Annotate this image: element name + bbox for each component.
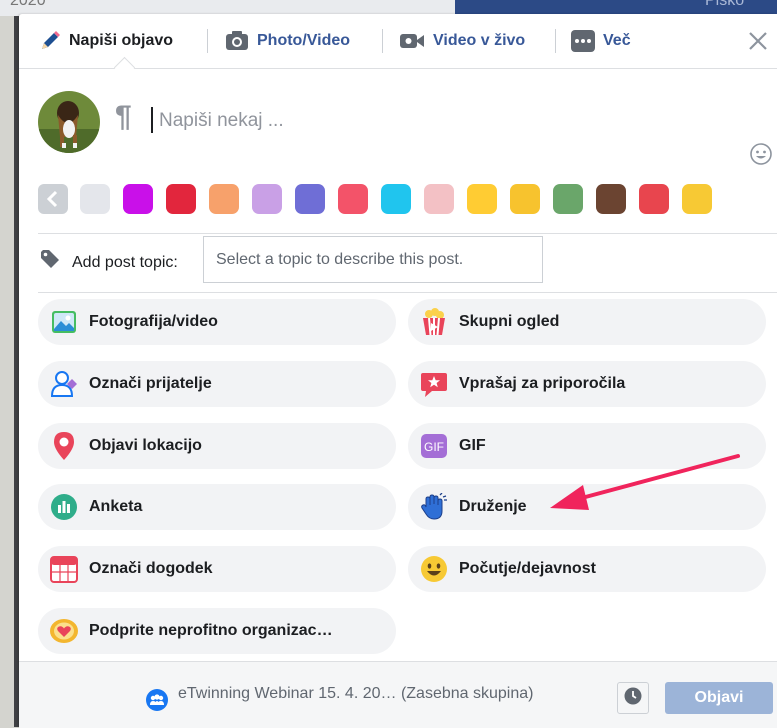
nonprofit-heart-icon: [49, 616, 79, 646]
color-swatch[interactable]: [209, 184, 239, 214]
calendar-icon: [49, 554, 79, 584]
live-video-icon: [399, 32, 425, 50]
option-label: Vprašaj za priporočila: [459, 375, 626, 392]
post-topic-input[interactable]: [203, 236, 543, 283]
color-swatch[interactable]: [295, 184, 325, 214]
composer-footer: eTwinning Webinar 15. 4. 20… (Zasebna sk…: [19, 661, 777, 728]
tab-label: Photo/Video: [257, 32, 351, 49]
post-button[interactable]: Objavi: [665, 682, 773, 714]
option-label: GIF: [459, 437, 486, 454]
option-poll[interactable]: Anketa: [38, 484, 396, 530]
location-pin-icon: [49, 431, 79, 461]
poll-icon: [49, 492, 79, 522]
option-label: Počutje/dejavnost: [459, 560, 596, 577]
create-post-dialog: Napiši objavo Photo/Video Video v živo V…: [19, 14, 777, 728]
color-swatch[interactable]: [338, 184, 368, 214]
composer-tabs: Napiši objavo Photo/Video Video v živo V…: [19, 14, 777, 69]
tab-more[interactable]: Več: [571, 14, 631, 68]
color-swatch[interactable]: [252, 184, 282, 214]
tab-label: Več: [603, 32, 631, 49]
option-hangout[interactable]: Druženje: [408, 484, 766, 530]
paragraph-icon: ¶: [115, 100, 132, 133]
background-partial-text: 2020: [10, 0, 46, 9]
tab-divider: [382, 29, 383, 53]
color-swatch[interactable]: [424, 184, 454, 214]
option-tag-event[interactable]: Označi dogodek: [38, 546, 396, 592]
option-label: Označi prijatelje: [89, 375, 212, 392]
background-color-picker: [38, 184, 758, 216]
color-swatch[interactable]: [381, 184, 411, 214]
option-label: Skupni ogled: [459, 313, 560, 330]
emoji-icon[interactable]: [749, 142, 773, 166]
gif-icon: GIF: [419, 431, 449, 461]
color-swatch[interactable]: [166, 184, 196, 214]
pencil-icon: [39, 30, 61, 52]
tag-icon: [40, 249, 60, 274]
target-group-label[interactable]: eTwinning Webinar 15. 4. 20… (Zasebna sk…: [178, 685, 533, 703]
group-icon: [146, 689, 168, 716]
color-swatch[interactable]: [467, 184, 497, 214]
tag-friends-icon: [49, 369, 79, 399]
camera-icon: [225, 31, 249, 51]
option-label: Označi dogodek: [89, 560, 213, 577]
color-swatch[interactable]: [510, 184, 540, 214]
recommendations-icon: [419, 369, 449, 399]
option-label: Anketa: [89, 498, 143, 515]
tab-write-post[interactable]: Napiši objavo: [39, 14, 173, 68]
option-gif[interactable]: GIF GIF: [408, 423, 766, 469]
svg-text:GIF: GIF: [424, 440, 444, 454]
option-label: Druženje: [459, 498, 527, 515]
watch-party-icon: [419, 307, 449, 337]
color-swatch[interactable]: [80, 184, 110, 214]
tab-divider: [207, 29, 208, 53]
color-swatch[interactable]: [639, 184, 669, 214]
option-ask-recommendations[interactable]: Vprašaj za priporočila: [408, 361, 766, 407]
divider: [38, 292, 777, 293]
clock-icon: [624, 687, 642, 710]
group-privacy: (Zasebna skupina): [400, 685, 534, 702]
option-tag-friends[interactable]: Označi prijatelje: [38, 361, 396, 407]
tab-live-video[interactable]: Video v živo: [399, 14, 525, 68]
group-name: eTwinning Webinar 15. 4. 20…: [178, 685, 397, 702]
divider: [38, 233, 777, 234]
hangout-hand-icon: [419, 492, 449, 522]
option-label: Objavi lokacijo: [89, 437, 202, 454]
more-icon: [571, 30, 595, 52]
avatar[interactable]: [38, 91, 100, 153]
photo-icon: [49, 307, 79, 337]
swatch-scroll-left[interactable]: [38, 184, 68, 214]
color-swatch[interactable]: [553, 184, 583, 214]
background-partial-text-right: Pisko: [705, 0, 745, 9]
option-label: Fotografija/video: [89, 313, 218, 330]
tab-divider: [555, 29, 556, 53]
tab-label: Napiši objavo: [69, 32, 174, 49]
option-support-nonprofit[interactable]: Podprite neprofitno organizac…: [38, 608, 396, 654]
option-feeling-activity[interactable]: Počutje/dejavnost: [408, 546, 766, 592]
smiley-icon: [419, 554, 449, 584]
option-check-in-location[interactable]: Objavi lokacijo: [38, 423, 396, 469]
schedule-button[interactable]: [617, 682, 649, 714]
text-cursor: [151, 107, 153, 133]
add-post-topic-label: Add post topic:: [72, 254, 178, 271]
color-swatch[interactable]: [123, 184, 153, 214]
color-swatch[interactable]: [596, 184, 626, 214]
option-label: Podprite neprofitno organizac…: [89, 622, 333, 639]
post-text-input[interactable]: [155, 103, 719, 139]
close-icon[interactable]: [745, 28, 771, 54]
option-watch-party[interactable]: Skupni ogled: [408, 299, 766, 345]
option-photo-video[interactable]: Fotografija/video: [38, 299, 396, 345]
color-swatch[interactable]: [682, 184, 712, 214]
tab-label: Video v živo: [433, 32, 526, 49]
tab-photo-video[interactable]: Photo/Video: [225, 14, 350, 68]
